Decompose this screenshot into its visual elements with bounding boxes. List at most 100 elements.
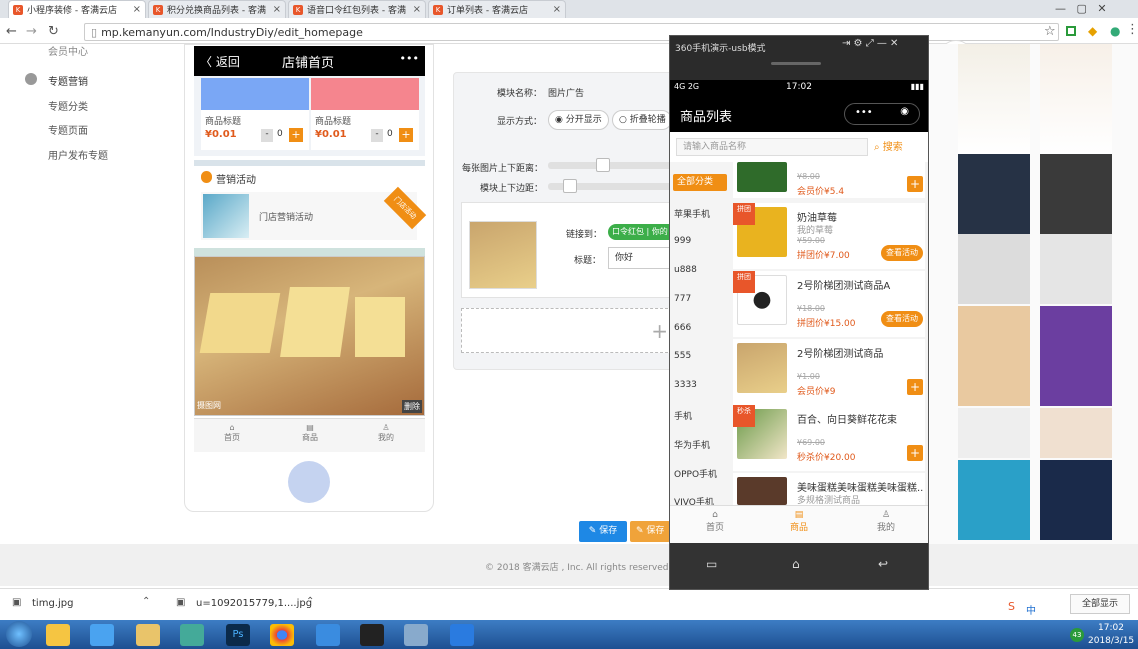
app-icon[interactable] [180,624,204,646]
nav-user-topic[interactable]: 用户发布专题 [48,147,108,162]
obs-icon[interactable] [360,624,384,646]
add-button[interactable]: + [907,176,923,192]
category-item[interactable]: 555 [674,351,729,361]
minus-button[interactable]: - [261,129,273,142]
category-item[interactable]: OPPO手机 [674,467,729,480]
add-image-area[interactable]: + [461,308,673,353]
search-input[interactable]: 请输入商品名称 [676,138,868,156]
app-icon[interactable] [404,624,428,646]
category-item[interactable]: 3333 [674,380,729,390]
item-thumbnail[interactable] [469,221,537,289]
goods-item[interactable]: 美味蛋糕美味蛋糕美味蛋糕... 多规格测试商品 [733,473,925,506]
add-button[interactable]: + [907,445,923,461]
tab-mine[interactable]: ♙ 我的 [378,423,394,443]
margin-slider-handle[interactable] [563,179,577,193]
link-badge[interactable]: 口令红包 | 你的 [608,224,672,240]
category-all[interactable]: 全部分类 [673,174,727,191]
spacing-slider-handle[interactable] [596,158,610,172]
close-icon[interactable]: × [273,4,281,15]
plus-button[interactable]: + [289,128,303,142]
nav-topic-page[interactable]: 专题页面 [48,122,88,137]
goods-card[interactable]: 商品标题 ¥0.01 - 0 + [311,78,419,150]
category-item[interactable]: u888 [674,265,729,275]
app-icon[interactable] [46,624,70,646]
menu-icon[interactable]: ⋮ [1126,22,1138,37]
display-option-carousel[interactable]: ○ 折叠轮播 [612,110,672,130]
home-icon[interactable]: ⌂ [792,557,800,571]
save-button[interactable]: ✎ 保存 [579,521,627,542]
spacing-slider[interactable] [548,162,672,169]
phone-icon[interactable] [316,624,340,646]
view-activity-button[interactable]: 查看活动 [881,245,923,261]
extension2-icon[interactable]: ◆ [1088,24,1097,38]
capsule-menu[interactable]: ••• ◉ [844,103,920,125]
target-icon[interactable]: ◉ [900,106,909,117]
ie-icon[interactable] [90,624,114,646]
back-icon[interactable]: ↩ [878,557,888,571]
save-publish-button[interactable]: ✎ 保存 [630,521,670,542]
extension3-icon[interactable]: ● [1110,24,1120,38]
search-button[interactable]: ⌕ 搜索 [874,138,903,153]
back-icon[interactable]: ← [6,24,17,39]
category-item[interactable]: 666 [674,323,729,333]
forward-icon[interactable]: → [26,24,37,39]
tab-home[interactable]: ⌂ 首页 [224,423,240,443]
category-item[interactable]: 手机 [674,409,729,422]
tab-orders[interactable]: K 订单列表 - 客满云店 × [428,0,566,18]
close-icon[interactable]: × [553,4,561,15]
chrome-icon[interactable] [270,624,294,646]
category-item[interactable]: 777 [674,294,729,304]
drag-handle[interactable] [771,62,821,65]
photoshop-icon[interactable]: Ps [226,624,250,646]
close-icon[interactable]: × [413,4,421,15]
tab-goods[interactable]: ▤ 商品 [302,423,318,443]
delete-button[interactable]: 删除 [402,400,422,413]
folder-icon[interactable] [136,624,160,646]
download-item[interactable]: timg.jpg [32,598,73,609]
nav-member-center[interactable]: 会员中心 [48,43,88,58]
goods-item[interactable]: 2号阶梯团测试商品 ¥1.00 会员价¥9 + [733,339,925,405]
tab-mini-program[interactable]: K 小程序装修 - 客满云店 × [8,0,146,18]
tab-mine[interactable]: ♙ 我的 [877,510,895,533]
start-button[interactable] [6,621,32,647]
nav-group-topic[interactable]: 专题营销 [48,73,88,88]
goods-item[interactable]: 秒杀 百合、向日葵鲜花花束 ¥69.00 秒杀价¥20.00 + [733,405,925,471]
plus-button[interactable]: + [399,128,413,142]
tab-home[interactable]: ⌂ 首页 [706,510,724,533]
download-item[interactable]: u=1092015779,1....jpg [196,598,312,609]
goods-card[interactable]: 商品标题 ¥0.01 - 0 + [201,78,309,150]
tab-voice[interactable]: K 语音口令红包列表 - 客满 × [288,0,426,18]
goods-item[interactable]: ● 拼团 2号阶梯团测试商品A ¥18.00 拼团价¥15.00 查看活动 [733,271,925,337]
emulator-controls[interactable]: ⇥ ⚙ ⤢ — ✕ [842,38,898,49]
recents-icon[interactable]: ▭ [706,557,717,571]
reload-icon[interactable]: ↻ [48,24,59,39]
close-icon[interactable]: × [133,4,141,15]
promo-item[interactable]: 门店营销活动 门店活动 [201,186,427,240]
tab-goods[interactable]: ▤ 商品 [790,510,808,533]
feishu-icon[interactable] [450,624,474,646]
add-button[interactable]: + [907,379,923,395]
tab-points[interactable]: K 积分兑换商品列表 - 客满 × [148,0,286,18]
more-icon[interactable]: ••• [855,107,873,118]
star-icon[interactable]: ☆ [1044,24,1056,39]
category-item[interactable]: 华为手机 [674,438,729,451]
goods-item[interactable]: ¥8.00 会员价¥5.4 + [733,162,925,198]
view-activity-button[interactable]: 查看活动 [881,311,923,327]
minus-button[interactable]: - [371,129,383,142]
ime-icon[interactable]: S [1008,600,1015,613]
window-controls[interactable]: — ▢ ✕ [1055,2,1107,15]
home-button[interactable] [288,461,330,503]
chevron-up-icon[interactable]: ⌃ [142,596,150,607]
title-input[interactable]: 你好 [608,247,672,269]
show-all-button[interactable]: 全部显示 [1070,594,1130,614]
category-item[interactable]: 苹果手机 [674,207,729,220]
nav-topic-category[interactable]: 专题分类 [48,98,88,113]
ime-lang[interactable]: 中 [1026,602,1036,617]
chevron-up-icon[interactable]: ⌃ [306,596,314,607]
goods-item[interactable]: 拼团 奶油草莓 我的草莓 ¥59.00 拼团价¥7.00 查看活动 [733,203,925,269]
more-icon[interactable]: ••• [400,52,419,65]
category-item[interactable]: 999 [674,236,729,246]
extension-icon[interactable] [1066,26,1076,36]
display-option-separate[interactable]: ◉ 分开显示 [548,110,609,130]
back-button[interactable]: 〈 返回 [200,53,240,70]
